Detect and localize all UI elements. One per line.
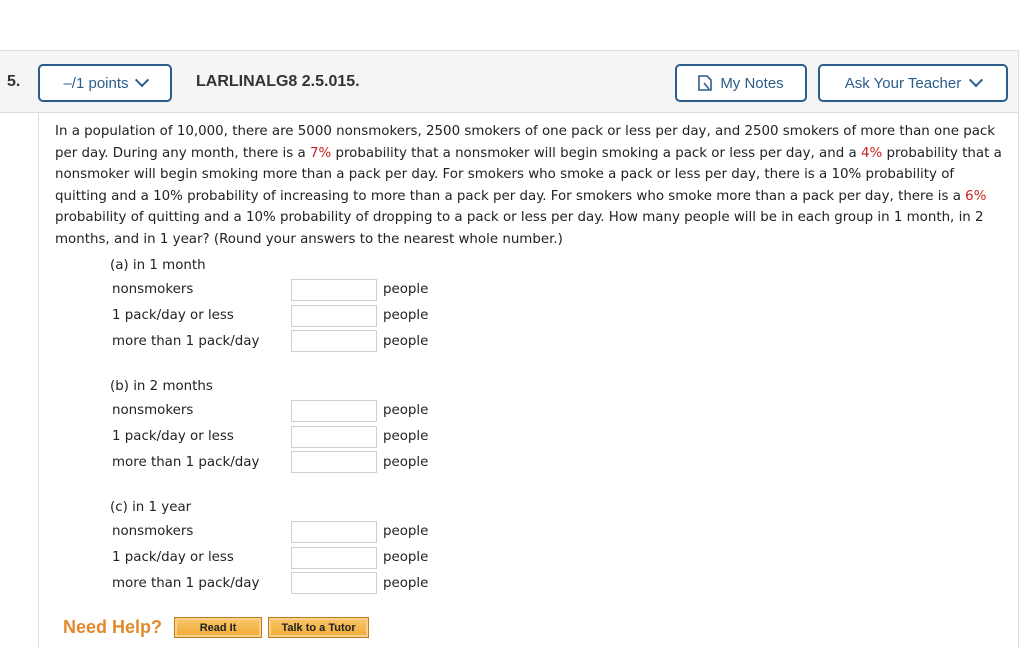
unit-label: people [383,282,429,298]
answer-input-a-nonsmokers[interactable] [291,278,377,301]
unit-label: people [383,429,429,445]
my-notes-label: My Notes [720,74,784,92]
unit-label: people [383,403,429,419]
unit-label: people [383,575,429,591]
prompt-highlight: 6% [965,188,987,204]
answer-row: nonsmokers people [110,398,428,424]
part-title: (c) in 1 year [110,500,192,515]
question-number: 5. [7,73,21,90]
part-title: (a) in 1 month [110,258,206,273]
points-label: –/1 points [63,74,129,92]
question-prompt: In a population of 10,000, there are 500… [55,121,1005,250]
part-b: (b) in 2 months nonsmokers people 1 pack/… [110,376,428,475]
answer-row: more than 1 pack/day people [110,329,428,355]
part-a: (a) in 1 month nonsmokers people 1 pack/d… [110,255,428,354]
unit-label: people [383,550,429,566]
prompt-text: probability that a nonsmoker will begin … [331,145,861,161]
answer-row: 1 pack/day or less people [110,303,428,329]
need-help-bar: Need Help? Read It Talk to a Tutor [63,617,370,638]
part-title: (b) in 2 months [110,379,213,394]
unit-label: people [383,454,429,470]
prompt-highlight: 7% [309,145,332,161]
chevron-down-icon [969,73,984,88]
read-it-button[interactable]: Read It [174,617,263,638]
question-body: In a population of 10,000, there are 500… [38,113,1019,648]
row-label: nonsmokers [112,403,194,419]
row-label: nonsmokers [112,524,194,540]
prompt-text: probability of quitting and a 10% probab… [55,210,984,247]
talk-to-tutor-button[interactable]: Talk to a Tutor [268,617,370,638]
unit-label: people [383,308,429,324]
answer-row: more than 1 pack/day people [110,571,428,597]
answer-row: more than 1 pack/day people [110,450,428,476]
answer-row: 1 pack/day or less people [110,545,428,571]
answer-input-c-more-than-pack[interactable] [291,572,377,595]
need-help-label: Need Help? [63,617,163,637]
answer-input-c-pack-or-less[interactable] [291,546,377,569]
notes-icon [698,75,713,91]
my-notes-button[interactable]: My Notes [675,64,807,102]
row-label: 1 pack/day or less [112,429,234,445]
prompt-highlight: 4% [860,145,883,161]
row-label: nonsmokers [112,282,194,298]
question-header: 5. –/1 points LARLINALG8 2.5.015. My Not… [0,50,1019,113]
row-label: 1 pack/day or less [112,308,234,324]
answer-row: nonsmokers people [110,519,428,545]
question-id: LARLINALG8 2.5.015. [196,73,360,90]
points-dropdown-button[interactable]: –/1 points [38,64,172,102]
part-c: (c) in 1 year nonsmokers people 1 pack/da… [110,497,428,596]
ask-your-teacher-button[interactable]: Ask Your Teacher [818,64,1008,102]
ask-teacher-label: Ask Your Teacher [844,74,962,92]
answer-input-a-pack-or-less[interactable] [291,304,377,327]
answer-input-b-nonsmokers[interactable] [291,399,377,422]
unit-label: people [383,524,429,540]
answer-input-b-pack-or-less[interactable] [291,425,377,448]
answer-input-b-more-than-pack[interactable] [291,451,377,474]
chevron-down-icon [134,73,149,88]
row-label: more than 1 pack/day [112,454,260,470]
unit-label: people [383,333,429,349]
top-blank-area [0,0,1024,50]
answer-input-c-nonsmokers[interactable] [291,520,377,543]
answer-input-a-more-than-pack[interactable] [291,330,377,353]
row-label: 1 pack/day or less [112,550,234,566]
row-label: more than 1 pack/day [112,333,260,349]
answer-row: nonsmokers people [110,277,428,303]
row-label: more than 1 pack/day [112,575,260,591]
answer-row: 1 pack/day or less people [110,424,428,450]
